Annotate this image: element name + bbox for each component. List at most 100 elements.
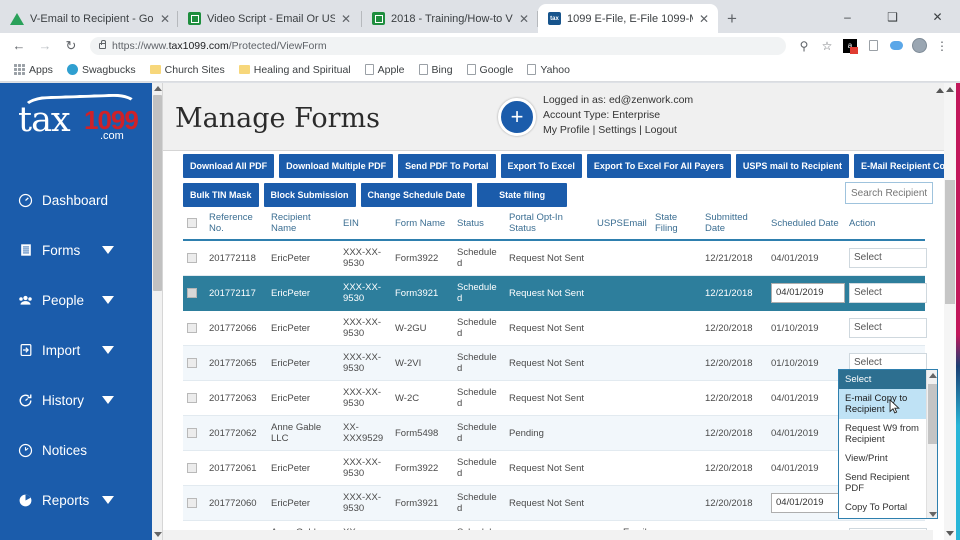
row-checkbox[interactable] <box>187 287 197 298</box>
scroll-up-arrow-icon[interactable] <box>936 88 944 93</box>
bookmark-bing[interactable]: Bing <box>413 62 459 78</box>
block-submission-button[interactable]: Block Submission <box>263 183 356 207</box>
back-icon[interactable]: ← <box>8 35 30 57</box>
action-dropdown-menu[interactable]: Select E-mail Copy to Recipient Request … <box>838 369 938 519</box>
add-badge-icon[interactable]: + <box>498 98 536 136</box>
settings-link[interactable]: Settings <box>598 124 636 136</box>
dropdown-scrollbar-thumb[interactable] <box>928 384 937 444</box>
adblock-extension-icon[interactable]: a <box>840 36 860 56</box>
table-row[interactable]: 201772118 EricPeter XXX-XX-9530 Form3922 Sch… <box>183 240 927 276</box>
sidebar-item-forms[interactable]: Forms <box>0 225 152 275</box>
logout-link[interactable]: Logout <box>645 124 677 136</box>
dropdown-item-email-copy-to-recipient[interactable]: E-mail Copy to Recipient <box>839 389 927 419</box>
horizontal-scrollbar[interactable] <box>163 530 933 540</box>
table-row[interactable]: 201772060 EricPeter XXX-XX-9530 Form3921 Sch… <box>183 485 927 521</box>
export-to-excel-all-payers-button[interactable]: Export To Excel For All Payers <box>586 154 731 178</box>
download-all-pdf-button[interactable]: Download All PDF <box>183 154 275 178</box>
bookmark-apple[interactable]: Apple <box>359 62 411 78</box>
search-input[interactable] <box>845 182 933 204</box>
dropdown-scrollbar[interactable] <box>926 370 937 518</box>
tax1099-logo[interactable]: tax 1099 .com <box>14 92 144 147</box>
action-select[interactable]: Select <box>849 248 927 268</box>
row-checkbox[interactable] <box>187 322 197 333</box>
table-row[interactable]: 201772117 EricPeter XXX-XX-9530 Form3921 Sch… <box>183 275 927 311</box>
browser-tab-4[interactable]: tax 1099 E-File, E-File 1099-MISC, 10 ✕ <box>538 4 718 33</box>
row-checkbox[interactable] <box>187 427 197 438</box>
chevron-down-icon[interactable] <box>102 296 114 304</box>
chevron-down-icon[interactable] <box>102 246 114 254</box>
browser-tab-4-close-icon[interactable]: ✕ <box>699 13 709 25</box>
dropdown-item-send-recipient-pdf[interactable]: Send Recipient PDF <box>839 468 927 498</box>
address-bar[interactable]: https://www.tax1099.com/Protected/ViewFo… <box>90 36 786 55</box>
star-icon[interactable]: ☆ <box>817 36 837 56</box>
scroll-up-arrow-icon[interactable] <box>929 373 937 378</box>
select-all-checkbox[interactable] <box>187 217 197 228</box>
dropdown-item-select[interactable]: Select <box>839 370 927 389</box>
send-pdf-to-portal-button[interactable]: Send PDF To Portal <box>398 154 496 178</box>
browser-tab-1-close-icon[interactable]: ✕ <box>160 13 170 25</box>
chevron-down-icon[interactable] <box>102 396 114 404</box>
scroll-down-arrow-icon[interactable] <box>929 512 937 517</box>
table-row[interactable]: 201772062 Anne Gable LLC XX-XXX9529 Form549… <box>183 415 927 451</box>
sidebar-item-dashboard[interactable]: Dashboard <box>0 175 152 225</box>
chevron-down-icon[interactable] <box>102 496 114 504</box>
chevron-down-icon[interactable] <box>102 346 114 354</box>
menu-kebab-icon[interactable]: ⋮ <box>932 36 952 56</box>
sidebar-item-reports[interactable]: Reports <box>0 475 152 525</box>
bookmark-google[interactable]: Google <box>461 62 520 78</box>
state-filing-button[interactable]: State filing <box>477 183 568 207</box>
table-row[interactable]: 201772066 EricPeter XXX-XX-9530 W-2GU Schedu… <box>183 310 927 346</box>
sidebar-item-history[interactable]: History <box>0 375 152 425</box>
scheduled-date-input[interactable]: 04/01/2019 <box>771 493 845 513</box>
browser-tab-3[interactable]: 2018 - Training/How-to Video - … ✕ <box>362 4 538 33</box>
browser-tab-1[interactable]: V-Email to Recipient - Google D… ✕ <box>0 4 178 33</box>
export-to-excel-button[interactable]: Export To Excel <box>500 154 582 178</box>
scroll-up-arrow-icon[interactable] <box>946 87 954 92</box>
table-row[interactable]: 201772061 EricPeter XXX-XX-9530 Form3922 Sch… <box>183 450 927 486</box>
row-checkbox[interactable] <box>187 392 197 403</box>
action-select[interactable]: Select <box>849 283 927 303</box>
table-row[interactable]: 201772063 EricPeter XXX-XX-9530 W-2C Schedul… <box>183 380 927 416</box>
profile-avatar-icon[interactable] <box>909 36 929 56</box>
bookmark-healing[interactable]: Healing and Spiritual <box>233 62 357 78</box>
dropdown-item-edit-form[interactable]: Edit Form <box>839 517 927 518</box>
bookmark-church-sites[interactable]: Church Sites <box>144 62 231 78</box>
new-tab-button[interactable]: + <box>718 4 746 33</box>
forward-icon[interactable]: → <box>34 35 56 57</box>
usps-mail-to-recipient-button[interactable]: USPS mail to Recipient <box>735 154 849 178</box>
reload-icon[interactable]: ↻ <box>60 35 82 57</box>
cloud-extension-icon[interactable] <box>886 36 906 56</box>
row-checkbox[interactable] <box>187 462 197 473</box>
page-scrollbar-thumb[interactable] <box>945 180 955 304</box>
bookmark-yahoo[interactable]: Yahoo <box>521 62 576 78</box>
download-multiple-pdf-button[interactable]: Download Multiple PDF <box>279 154 394 178</box>
scheduled-date-input[interactable]: 04/01/2019 <box>771 283 845 303</box>
browser-tab-2-close-icon[interactable]: ✕ <box>341 13 351 25</box>
row-checkbox[interactable] <box>187 252 197 263</box>
browser-tab-3-close-icon[interactable]: ✕ <box>519 13 529 25</box>
browser-tab-2[interactable]: Video Script - Email Or USPS Ma… ✕ <box>178 4 362 33</box>
action-select[interactable]: Select <box>849 318 927 338</box>
email-recipient-copy-button[interactable]: E-Mail Recipient Copy <box>853 154 945 178</box>
my-profile-link[interactable]: My Profile <box>543 124 590 136</box>
window-close-icon[interactable]: ✕ <box>915 0 960 33</box>
dropdown-item-copy-to-portal[interactable]: Copy To Portal <box>839 498 927 517</box>
dropdown-item-view-print[interactable]: View/Print <box>839 449 927 468</box>
bookmark-swagbucks[interactable]: Swagbucks <box>61 62 142 78</box>
sidebar-scrollbar-thumb[interactable] <box>153 95 162 291</box>
scroll-down-arrow-icon[interactable] <box>946 531 954 536</box>
sidebar-item-notices[interactable]: Notices <box>0 425 152 475</box>
window-maximize-icon[interactable]: ❑ <box>870 0 915 33</box>
key-icon[interactable]: ⚲ <box>794 36 814 56</box>
table-row[interactable]: 201772065 EricPeter XXX-XX-9530 W-2VI Schedu… <box>183 345 927 381</box>
bookmark-apps[interactable]: Apps <box>8 62 59 78</box>
bulk-tin-mask-button[interactable]: Bulk TIN Mask <box>183 183 259 207</box>
reader-extension-icon[interactable] <box>863 36 883 56</box>
row-checkbox[interactable] <box>187 357 197 368</box>
window-minimize-icon[interactable]: – <box>825 0 870 33</box>
scroll-down-arrow-icon[interactable] <box>154 532 162 537</box>
page-scrollbar[interactable] <box>944 83 956 540</box>
sidebar-item-people[interactable]: People <box>0 275 152 325</box>
sidebar-scrollbar[interactable] <box>152 83 163 540</box>
dropdown-item-request-w9-from-recipient[interactable]: Request W9 from Recipient <box>839 419 927 449</box>
